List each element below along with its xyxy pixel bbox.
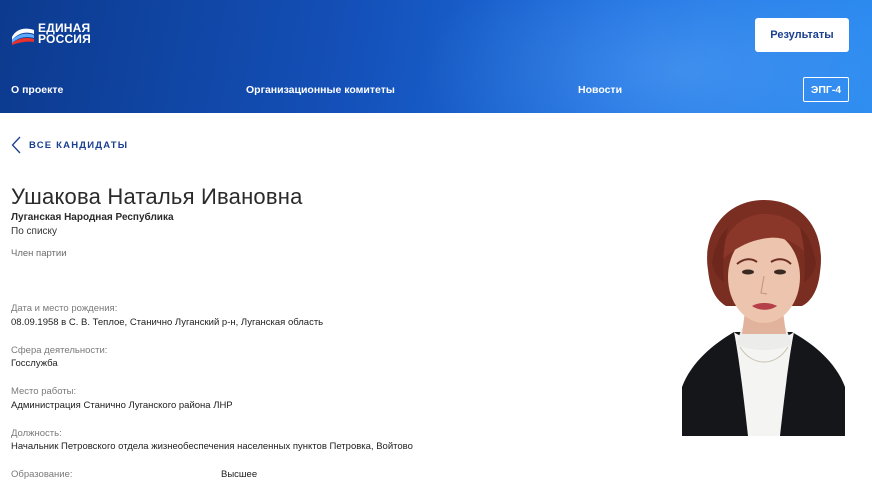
birth-value: 08.09.1958 в С. В. Теплое, Станично Луга…: [11, 317, 324, 328]
position-label: Должность:: [11, 428, 62, 439]
logo-line-2: РОССИЯ: [38, 32, 91, 46]
nav-news[interactable]: Новости: [578, 84, 622, 96]
portrait-image: [682, 200, 845, 436]
back-to-candidates-link[interactable]: ВСЕ КАНДИДАТЫ: [11, 136, 128, 154]
site-header: ЕДИНАЯ РОССИЯ Результаты О проекте Орган…: [0, 0, 872, 113]
logo-text: ЕДИНАЯ РОССИЯ: [38, 22, 91, 46]
workplace-label: Место работы:: [11, 386, 77, 397]
results-button[interactable]: Результаты: [755, 18, 849, 52]
nav-about[interactable]: О проекте: [11, 84, 63, 96]
chevron-left-icon: [11, 136, 21, 154]
back-link-label: ВСЕ КАНДИДАТЫ: [29, 139, 129, 151]
candidate-name: Ушакова Наталья Ивановна: [11, 184, 303, 209]
candidate-membership: Член партии: [11, 248, 67, 259]
candidate-list-type: По списку: [11, 226, 58, 237]
education-value: Высшее: [221, 469, 258, 480]
activity-label: Сфера деятельности:: [11, 345, 108, 356]
party-logo[interactable]: ЕДИНАЯ РОССИЯ: [11, 21, 91, 47]
bear-flag-logo-icon: [12, 28, 34, 45]
epg-button[interactable]: ЭПГ-4: [803, 77, 849, 102]
candidate-region: Луганская Народная Республика: [11, 212, 174, 223]
workplace-value: Администрация Станично Луганского района…: [11, 400, 233, 411]
candidate-photo: [682, 192, 845, 436]
position-value: Начальник Петровского отдела жизнеобеспе…: [11, 441, 413, 452]
nav-committees[interactable]: Организационные комитеты: [246, 84, 395, 96]
activity-value: Госслужба: [11, 358, 58, 369]
birth-label: Дата и место рождения:: [11, 303, 118, 314]
education-label: Образование:: [11, 469, 73, 480]
